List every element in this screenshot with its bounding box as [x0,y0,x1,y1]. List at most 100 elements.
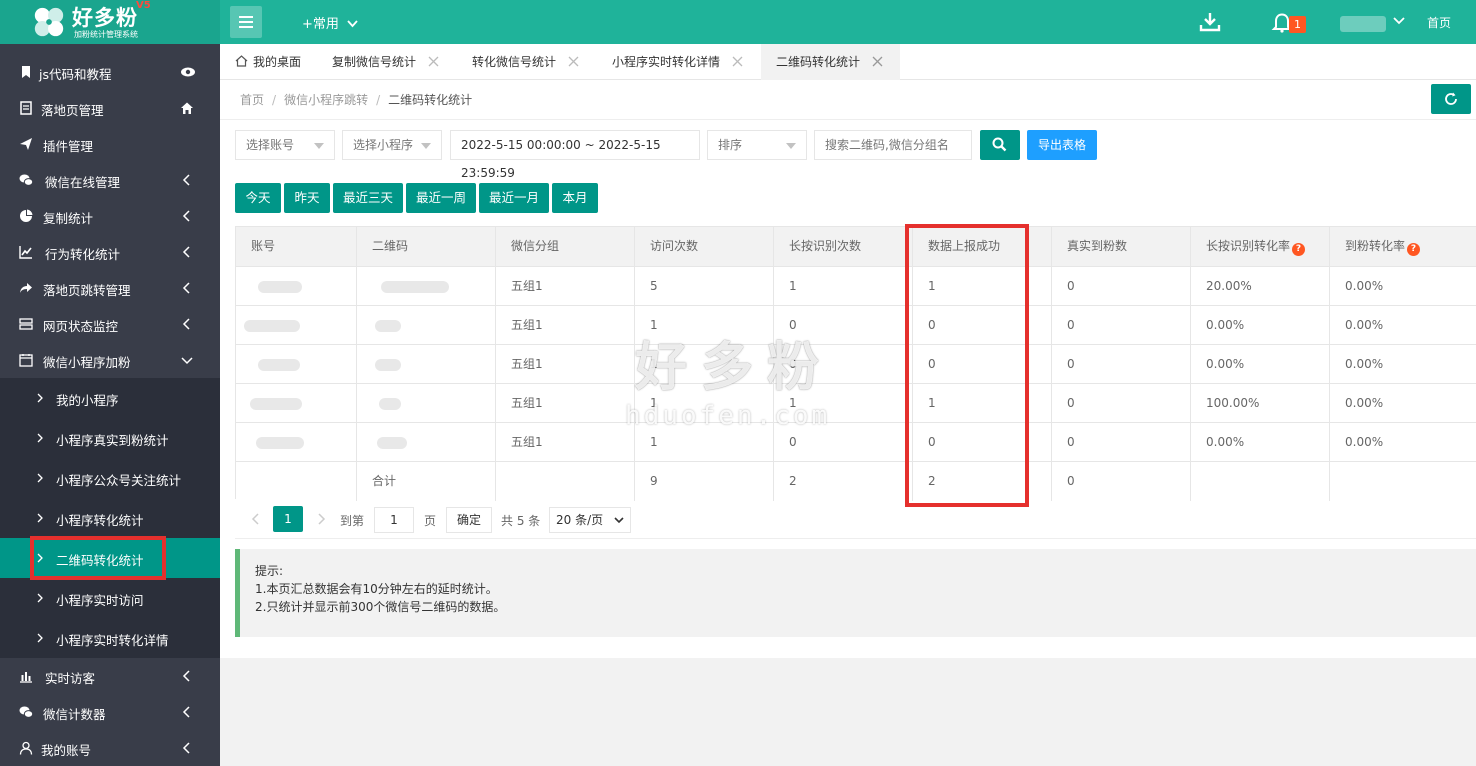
chevron-right-icon[interactable] [312,509,330,529]
refresh-button[interactable] [1431,84,1471,114]
common-menu[interactable]: +常用 [302,13,358,32]
date-range-input[interactable]: 2022-5-15 00:00:00 ~ 2022-5-15 23:59:59 [450,130,700,180]
main-content: 首页 / 微信小程序跳转 / 二维码转化统计 选择账号 选择小程序 2022-5-15 … [220,80,1476,658]
divider [220,119,1476,120]
sidebar-item-js-code[interactable]: js代码和教程 [0,54,220,90]
chevron-right-icon [37,473,43,483]
miniprogram-select[interactable]: 选择小程序 [342,130,442,160]
close-icon[interactable] [568,56,579,67]
chevron-left-icon [182,318,190,330]
table-row[interactable]: 五组1 1 0 0 0 0.00% 0.00% [236,305,1476,345]
sidebar-item-wechat-online[interactable]: 微信在线管理 [0,162,220,198]
sidebar-item-page-monitor[interactable]: 网页状态监控 [0,306,220,342]
sidebar-sub-real-fans-stats[interactable]: 小程序真实到粉统计 [0,418,220,458]
account-select[interactable]: 选择账号 [235,130,335,160]
table-row[interactable]: 五组1 1 0 0 0 0.00% 0.00% [236,344,1476,384]
pagination: 1 到第 页 确定 共 5 条 20 条/页 [235,499,1476,539]
tips-title: 提示: [255,564,284,578]
logo-area[interactable]: 好多粉 V5 加粉统计管理系统 [0,0,220,44]
breadcrumb-home[interactable]: 首页 [240,93,264,107]
sidebar-item-landing-redirect[interactable]: 落地页跳转管理 [0,270,220,306]
tab-bar: 我的桌面 复制微信号统计 转化微信号统计 小程序实时转化详情 二维码转化统计 [220,44,1476,80]
tab-convert-wechat-stats[interactable]: 转化微信号统计 [472,44,582,80]
tab-copy-wechat-stats[interactable]: 复制微信号统计 [332,44,442,80]
range-yesterday-button[interactable]: 昨天 [284,183,330,213]
tips-line: 1.本页汇总数据会有10分钟左右的延时统计。 [255,582,498,596]
close-icon[interactable] [428,56,439,67]
logo-title: 好多粉 [72,6,138,30]
sidebar-item-my-account[interactable]: 我的账号 [0,730,220,766]
username-blurred[interactable] [1340,16,1386,32]
chevron-left-icon [182,174,190,186]
chevron-left-icon [182,706,190,718]
sidebar-item-plugins[interactable]: 插件管理 [0,126,220,162]
sidebar-item-landing-page[interactable]: 落地页管理 [0,90,220,126]
help-icon[interactable]: ? [1407,243,1421,256]
chevron-left-icon [182,670,190,682]
blurred-account [258,281,302,293]
export-table-button[interactable]: 导出表格 [1027,130,1097,160]
sidebar-item-miniprogram-fans[interactable]: 微信小程序加粉 [0,342,220,378]
download-icon[interactable] [1198,10,1222,34]
chevron-left-icon[interactable] [247,509,265,529]
wechat-icon [19,706,33,718]
home-icon [181,102,193,114]
confirm-page-button[interactable]: 确定 [446,507,492,533]
page-unit-label: 页 [424,514,437,528]
sidebar-sub-miniprogram-conversion[interactable]: 小程序转化统计 [0,498,220,538]
tab-realtime-conversion-detail[interactable]: 小程序实时转化详情 [612,44,747,80]
sidebar-item-wechat-counter[interactable]: 微信计数器 [0,694,220,730]
chevron-down-icon [614,517,624,524]
sidebar-item-behavior-conversion[interactable]: 行为转化统计 [0,234,220,270]
chevron-down-icon[interactable] [1392,14,1406,28]
sidebar-sub-my-miniprogram[interactable]: 我的小程序 [0,378,220,418]
range-this-month-button[interactable]: 本月 [552,183,598,213]
sidebar: js代码和教程 落地页管理 插件管理 微信在线管理 复制统计 行为转化统计 落地… [0,44,220,766]
range-month-button[interactable]: 最近一月 [479,183,549,213]
menu-toggle-button[interactable] [230,6,262,38]
blurred-qrcode [379,398,401,410]
table-row[interactable]: 五组1 1 1 1 0 100.00% 0.00% [236,383,1476,423]
sidebar-sub-realtime-conversion[interactable]: 小程序实时转化详情 [0,618,220,658]
page-size-select[interactable]: 20 条/页 [549,507,631,533]
search-input[interactable] [814,130,972,160]
range-today-button[interactable]: 今天 [235,183,281,213]
sidebar-item-copy-stats[interactable]: 复制统计 [0,198,220,234]
sort-select[interactable]: 排序 [707,130,807,160]
breadcrumb: 首页 / 微信小程序跳转 / 二维码转化统计 [240,93,473,107]
chevron-right-icon [37,593,43,603]
blurred-qrcode [375,359,401,371]
sidebar-sub-realtime-visit[interactable]: 小程序实时访问 [0,578,220,618]
blurred-account [258,359,300,371]
chevron-left-icon [182,210,190,222]
search-button[interactable] [980,130,1020,160]
table-row[interactable]: 五组1 5 1 1 0 20.00% 0.00% [236,266,1476,306]
goto-label: 到第 [340,514,365,528]
breadcrumb-parent[interactable]: 微信小程序跳转 [284,93,368,107]
blurred-qrcode [381,281,449,293]
server-icon [19,318,33,330]
sidebar-item-realtime-visitors[interactable]: 实时访客 [0,658,220,694]
wechat-icon [19,174,33,186]
tab-qrcode-conversion[interactable]: 二维码转化统计 [761,44,900,80]
tab-my-desktop[interactable]: 我的桌面 [235,44,301,80]
blurred-qrcode [375,320,401,332]
close-icon[interactable] [872,56,883,67]
page-1-button[interactable]: 1 [273,506,303,532]
table-row[interactable]: 五组1 1 0 0 0 0.00% 0.00% [236,422,1476,462]
chevron-right-icon [37,513,43,523]
eye-icon [181,67,195,77]
home-link[interactable]: 首页 [1427,14,1451,31]
search-icon [992,137,1007,152]
refresh-icon [1445,92,1457,105]
page-number-input[interactable] [374,507,414,533]
bookmark-icon [22,66,30,78]
table-total-row: 合计 9 2 2 0 [236,461,1476,501]
chevron-right-icon [37,433,43,443]
home-icon [235,55,248,67]
help-icon[interactable]: ? [1292,243,1306,256]
sidebar-sub-official-follow-stats[interactable]: 小程序公众号关注统计 [0,458,220,498]
close-icon[interactable] [732,56,743,67]
range-week-button[interactable]: 最近一周 [406,183,476,213]
range-3days-button[interactable]: 最近三天 [333,183,403,213]
